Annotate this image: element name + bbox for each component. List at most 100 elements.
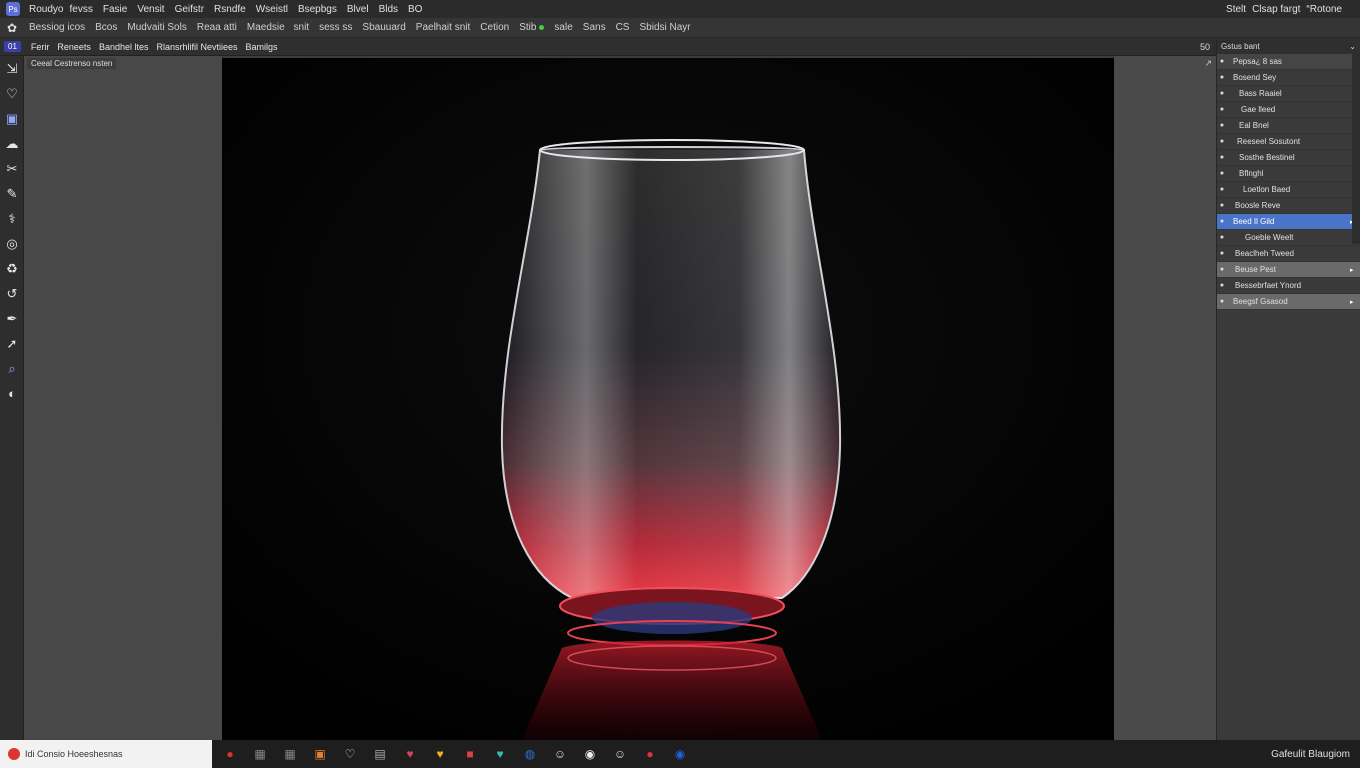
visibility-eye-icon[interactable]: ● [1217,74,1227,81]
red-heart-icon[interactable]: ♥ [400,744,420,764]
chat-icon[interactable]: ◉ [580,744,600,764]
menu-item-3d[interactable]: Blvel [342,4,374,15]
option-item[interactable]: Sbauuard [357,22,410,33]
app-icon[interactable]: Ps [6,2,20,16]
pen-tool-icon[interactable]: ✒ [0,306,24,331]
visibility-eye-icon[interactable]: ● [1217,282,1227,289]
system-tray[interactable]: Gafeulit Blaugiom [1271,749,1360,760]
document-tag[interactable]: 01 [4,41,21,52]
visibility-eye-icon[interactable]: ● [1217,218,1227,225]
menubar-right-item[interactable]: Clsap fargt [1252,4,1300,15]
visibility-eye-icon[interactable]: ● [1217,106,1227,113]
option-item[interactable]: Reaa atti [192,22,242,33]
crop-tool-icon[interactable]: ✂ [0,156,24,181]
blue-circle-icon[interactable]: ◉ [670,744,690,764]
layer-row[interactable]: ● Beaclheh Tweed [1217,246,1360,262]
menu-item-view[interactable]: Blds [374,4,403,15]
move-tool-icon[interactable]: ⇲ [0,56,24,81]
yellow-heart-icon[interactable]: ♥ [430,744,450,764]
zoom-level[interactable]: 50 [1200,42,1216,52]
expand-arrow-icon[interactable]: ▸ [1350,266,1360,274]
taskbar-search[interactable]: Idi Consio Hoeeshesnas [0,740,212,768]
layer-row[interactable]: ● Beegsf Gsasod ▸ [1217,294,1360,310]
cat-icon[interactable]: ☺ [550,744,570,764]
zoom-tool-icon[interactable]: ⌕ [0,356,24,381]
menu-item-image[interactable]: Vensit [132,4,169,15]
layer-row[interactable]: ● Bflnghl [1217,166,1360,182]
panel-menu-icon[interactable]: ⌄ [1349,42,1356,51]
red-square-icon[interactable]: ■ [460,744,480,764]
option-item[interactable]: Paelhait snit [411,22,475,33]
layers-scrollbar[interactable] [1352,54,1360,244]
visibility-eye-icon[interactable]: ● [1217,250,1227,257]
history-brush-icon[interactable]: ↺ [0,281,24,306]
menu-item-filter[interactable]: Bsepbgs [293,4,342,15]
document-tab[interactable]: Rlansrhlifil Nevtiiees [152,42,241,52]
tool-preset-icon[interactable]: ✿ [4,20,20,36]
expand-arrow-icon[interactable]: ▸ [1350,298,1360,306]
visibility-eye-icon[interactable]: ● [1217,122,1227,129]
visibility-eye-icon[interactable]: ● [1217,202,1227,209]
option-item[interactable]: Bcos [90,22,122,33]
layer-row[interactable]: ● Bessebrfaet Ynord [1217,278,1360,294]
option-item[interactable]: Sbidsi Nayr [634,22,695,33]
layer-row[interactable]: ● Sosthe Bestinel [1217,150,1360,166]
layer-row[interactable]: ● Pepsa¿ 8 sas [1217,54,1360,70]
visibility-eye-icon[interactable]: ● [1217,154,1227,161]
option-item[interactable]: Maedsie snit [242,22,314,33]
quick-select-icon[interactable]: ☁ [0,131,24,156]
document-tab[interactable]: Ferir [27,42,54,52]
visibility-eye-icon[interactable]: ● [1217,266,1227,273]
path-select-icon[interactable]: ➚ [0,331,24,356]
eyedropper-icon[interactable]: ✎ [0,181,24,206]
layer-row[interactable]: ● Reeseel Sosutont [1217,134,1360,150]
marquee-tool-icon[interactable]: ▣ [0,106,24,131]
left-panel-tab[interactable]: Ceeal Cestrenso nsten [27,58,117,69]
visibility-eye-icon[interactable]: ● [1217,90,1227,97]
option-item[interactable]: Cetion [475,22,514,33]
healing-brush-icon[interactable]: ⚕ [0,206,24,231]
document-tab[interactable]: Bamilgs [242,42,282,52]
menu-item-edit[interactable]: Fasie [98,4,132,15]
option-item[interactable]: Stib [514,22,549,33]
blue-globe-icon[interactable]: ◍ [520,744,540,764]
teal-heart-icon[interactable]: ♥ [490,744,510,764]
layer-row[interactable]: ● Beuse Pest ▸ [1217,262,1360,278]
red-circle-icon[interactable]: ● [220,744,240,764]
menubar-right-item[interactable]: Stelt [1226,4,1246,15]
visibility-eye-icon[interactable]: ● [1217,58,1227,65]
brush-tool-icon[interactable]: ◎ [0,231,24,256]
layer-row[interactable]: ● Goeble Weelt [1217,230,1360,246]
menubar-right-item[interactable]: “Rotone [1306,4,1342,15]
layer-row[interactable]: ● Bosend Sey [1217,70,1360,86]
document-tab[interactable]: Reneets [53,42,95,52]
menu-item-file[interactable]: Roudyofevss [24,4,98,15]
menu-item-layer[interactable]: Geifstr [170,4,209,15]
orange-box-icon[interactable]: ▣ [310,744,330,764]
option-item[interactable]: Mudvaiti Sols [122,22,191,33]
document-tab[interactable]: Bandhel ltes [95,42,153,52]
visibility-eye-icon[interactable]: ● [1217,234,1227,241]
layer-row[interactable]: ● Loetlon Baed [1217,182,1360,198]
menu-item-type[interactable]: Rsndfe [209,4,251,15]
lasso-tool-icon[interactable]: ♡ [0,81,24,106]
visibility-eye-icon[interactable]: ● [1217,186,1227,193]
cat2-icon[interactable]: ☺ [610,744,630,764]
red-pin-icon[interactable]: ● [640,744,660,764]
menu-item-window[interactable]: BO [403,4,427,15]
option-item[interactable]: Bessiog icos [24,22,90,33]
clone-stamp-icon[interactable]: ♻ [0,256,24,281]
option-item[interactable]: sess ss [314,22,357,33]
layer-row[interactable]: ● Bass Raaiel [1217,86,1360,102]
menu-item-select[interactable]: Wseistl [251,4,293,15]
layer-row[interactable]: ● Gae lleed [1217,102,1360,118]
layer-row[interactable]: ● Boosle Reve [1217,198,1360,214]
visibility-eye-icon[interactable]: ● [1217,298,1227,305]
color-swatch-icon[interactable]: ◐ [0,381,24,406]
layer-row[interactable]: ●Beed Il Gild▸ [1217,214,1360,230]
layer-row[interactable]: ● Eal Bnel [1217,118,1360,134]
heart-icon[interactable]: ♡ [340,744,360,764]
visibility-eye-icon[interactable]: ● [1217,138,1227,145]
option-item[interactable]: Sans [578,22,611,33]
doc-icon[interactable]: ▤ [370,744,390,764]
